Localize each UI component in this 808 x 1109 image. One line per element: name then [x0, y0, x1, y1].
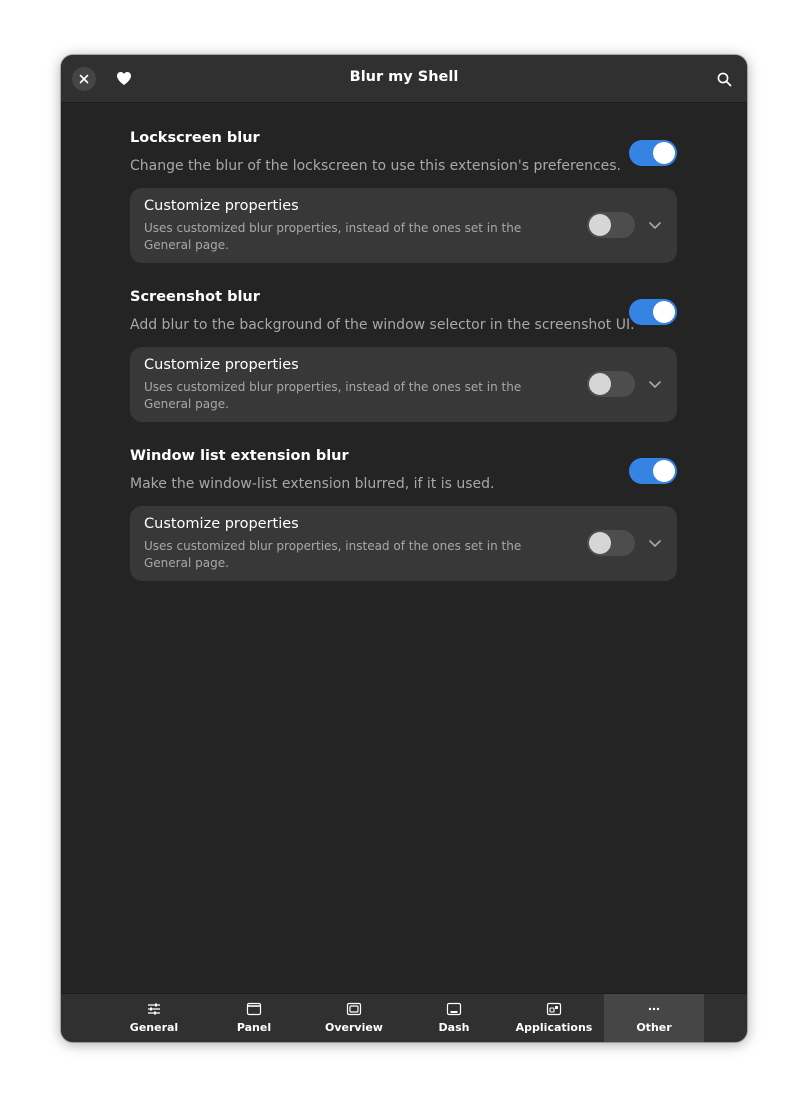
- customize-title: Customize properties: [144, 198, 299, 214]
- tab-label: Other: [636, 1021, 672, 1034]
- customize-description: Uses customized blur properties, instead…: [144, 539, 522, 570]
- tab-overview[interactable]: Overview: [304, 994, 404, 1042]
- customize-properties-toggle[interactable]: [587, 371, 635, 397]
- chevron-down-icon[interactable]: [647, 376, 663, 392]
- chevron-down-icon[interactable]: [647, 217, 663, 233]
- header-bar: Blur my Shell: [61, 55, 747, 103]
- customize-title: Customize properties: [144, 357, 299, 373]
- toggle-knob: [653, 142, 675, 164]
- customize-description: Uses customized blur properties, instead…: [144, 221, 522, 252]
- toggle-knob: [653, 301, 675, 323]
- panel-icon: [246, 1002, 262, 1016]
- customize-properties-row[interactable]: Customize properties Uses customized blu…: [130, 188, 677, 263]
- customize-description: Uses customized blur properties, instead…: [144, 380, 522, 411]
- tab-label: Panel: [236, 1021, 272, 1034]
- tab-label: Applications: [515, 1021, 593, 1034]
- applications-icon: [546, 1002, 562, 1016]
- section-description: Make the window-list extension blurred, …: [130, 476, 495, 492]
- customize-properties-toggle[interactable]: [587, 530, 635, 556]
- tab-dash[interactable]: Dash: [404, 994, 504, 1042]
- chevron-down-icon[interactable]: [647, 535, 663, 551]
- section-description: Change the blur of the lockscreen to use…: [130, 158, 622, 174]
- search-button[interactable]: [714, 69, 734, 89]
- section-title: Window list extension blur: [130, 448, 349, 464]
- view-switcher-bar: General Panel Overview Dash Applications…: [61, 993, 747, 1042]
- window-list-blur-toggle[interactable]: [629, 458, 677, 484]
- tab-general[interactable]: General: [104, 994, 204, 1042]
- toggle-knob: [589, 532, 611, 554]
- customize-properties-toggle[interactable]: [587, 212, 635, 238]
- section-description: Add blur to the background of the window…: [130, 317, 635, 333]
- tab-applications[interactable]: Applications: [504, 994, 604, 1042]
- search-icon: [717, 72, 731, 86]
- window-title: Blur my Shell: [349, 69, 459, 85]
- tab-other[interactable]: Other: [604, 994, 704, 1042]
- tab-label: General: [129, 1021, 179, 1034]
- dash-icon: [446, 1002, 462, 1016]
- section-title: Lockscreen blur: [130, 130, 260, 146]
- customize-title: Customize properties: [144, 516, 299, 532]
- section-title: Screenshot blur: [130, 289, 260, 305]
- toggle-knob: [589, 214, 611, 236]
- tab-panel[interactable]: Panel: [204, 994, 304, 1042]
- tab-label: Overview: [325, 1021, 383, 1034]
- customize-properties-row[interactable]: Customize properties Uses customized blu…: [130, 347, 677, 422]
- preferences-window: Blur my Shell Lockscreen blur Change the…: [61, 55, 747, 1042]
- sliders-icon: [148, 1003, 160, 1015]
- lockscreen-blur-toggle[interactable]: [629, 140, 677, 166]
- settings-content: Lockscreen blur Change the blur of the l…: [130, 102, 678, 581]
- section-window-list-blur: Window list extension blur Make the wind…: [130, 420, 678, 581]
- toggle-knob: [653, 460, 675, 482]
- more-icon: [648, 1007, 660, 1011]
- tab-label: Dash: [438, 1021, 470, 1034]
- toggle-knob: [589, 373, 611, 395]
- overview-icon: [346, 1002, 362, 1016]
- section-screenshot-blur: Screenshot blur Add blur to the backgrou…: [130, 261, 678, 422]
- screenshot-blur-toggle[interactable]: [629, 299, 677, 325]
- customize-properties-row[interactable]: Customize properties Uses customized blu…: [130, 506, 677, 581]
- section-lockscreen-blur: Lockscreen blur Change the blur of the l…: [130, 102, 678, 263]
